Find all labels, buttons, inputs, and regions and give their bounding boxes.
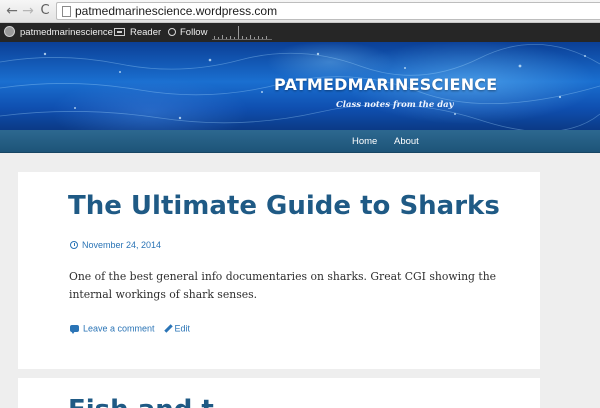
stats-sparkline[interactable]	[212, 25, 272, 40]
admin-bar-reader-label: Reader	[130, 27, 162, 38]
reader-icon	[114, 28, 125, 36]
nav-item-about[interactable]: About	[394, 130, 419, 153]
post-excerpt: One of the best general info documentari…	[69, 270, 497, 301]
back-arrow-icon[interactable]: ←	[4, 3, 20, 19]
post-date-text: November 24, 2014	[82, 240, 162, 250]
address-bar-url: patmedmarinescience.wordpress.com	[75, 4, 278, 18]
main-navigation: Home About	[0, 130, 600, 153]
post-title-link[interactable]: Fish and t	[68, 394, 214, 408]
site-header: PATMEDMARINESCIENCE Class notes from the…	[0, 42, 600, 130]
edit-link[interactable]: Edit	[175, 324, 191, 334]
nav-item-home[interactable]: Home	[352, 130, 377, 153]
comment-icon	[70, 325, 79, 335]
admin-bar-site-link[interactable]: patmedmarinescience	[4, 23, 113, 42]
browser-toolbar: ← → C patmedmarinescience.wordpress.com	[0, 0, 600, 23]
clock-icon	[70, 241, 78, 249]
follow-icon	[168, 28, 176, 36]
pencil-icon	[163, 324, 173, 333]
post-title-link[interactable]: The Ultimate Guide to Sharks	[68, 190, 500, 222]
site-tagline: Class notes from the day	[336, 100, 454, 110]
forward-arrow-icon[interactable]: →	[20, 3, 36, 19]
post-card: The Ultimate Guide to Sharks November 24…	[18, 172, 540, 369]
wordpress-logo-icon	[4, 26, 15, 37]
admin-bar-follow-label: Follow	[180, 27, 208, 38]
address-bar[interactable]: patmedmarinescience.wordpress.com	[56, 2, 600, 20]
page-icon	[62, 6, 71, 17]
post-date-link[interactable]: November 24, 2014	[70, 239, 161, 251]
leave-comment-link[interactable]: Leave a comment	[83, 324, 155, 334]
site-title[interactable]: PATMEDMARINESCIENCE	[274, 75, 497, 94]
reload-icon[interactable]: C	[37, 3, 53, 19]
post-card: Fish and t	[18, 378, 540, 408]
admin-bar: patmedmarinescience Reader Follow	[0, 23, 600, 42]
admin-bar-follow-button[interactable]: Follow	[168, 23, 207, 42]
admin-bar-reader-link[interactable]: Reader	[114, 23, 161, 42]
admin-bar-site-label: patmedmarinescience	[20, 27, 113, 38]
post-meta: Leave a comment Edit	[70, 322, 191, 335]
